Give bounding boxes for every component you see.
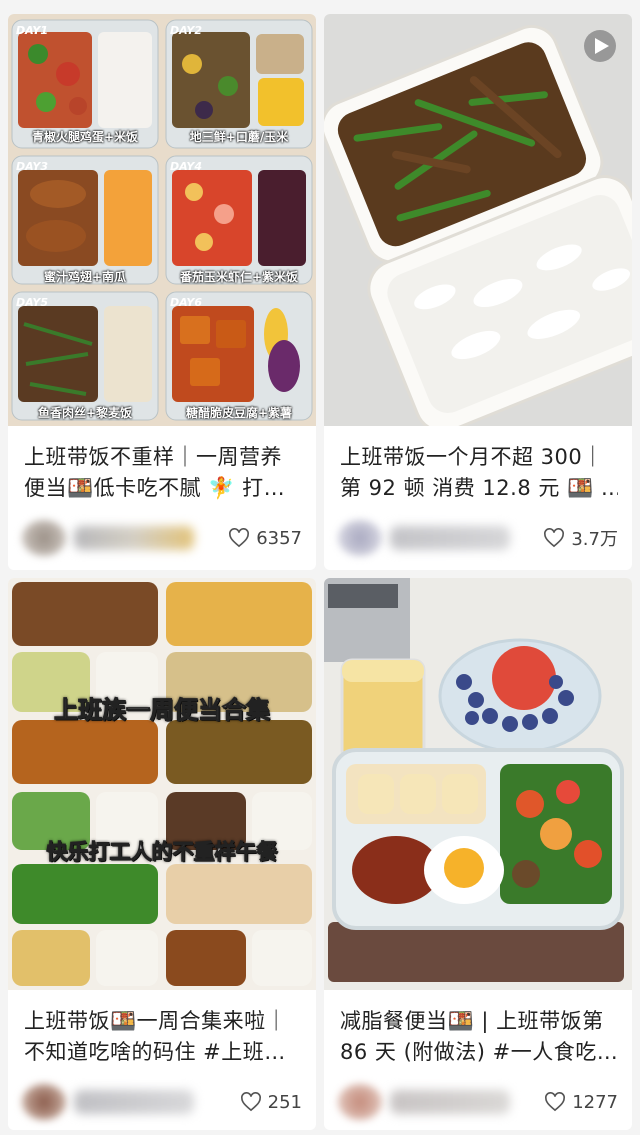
heart-outline-icon — [229, 528, 250, 548]
card-4-thumbnail[interactable] — [324, 578, 632, 990]
card-4-title-line-1: 减脂餐便当🍱 | 上班带饭第 — [340, 1009, 604, 1033]
like-count: 251 — [267, 1091, 302, 1113]
day-tag-5: DAY5 — [16, 296, 49, 309]
card-3-meta: 251 — [8, 1080, 316, 1124]
like-button[interactable]: 3.7万 — [543, 526, 618, 550]
day-caption-5: 鱼香肉丝+黎麦饭 — [37, 406, 133, 420]
avatar[interactable] — [22, 1084, 66, 1120]
day-tag-6: DAY6 — [170, 296, 203, 309]
overlay-heading: 上班族一周便当合集 — [54, 696, 271, 725]
avatar[interactable] — [338, 520, 382, 556]
heart-outline-icon — [545, 1092, 566, 1112]
day-caption-1: 青椒火腿鸡蛋+米饭 — [31, 130, 139, 144]
day-caption-3: 蜜汁鸡翅+南瓜 — [43, 270, 127, 284]
day-tag-4: DAY4 — [170, 160, 203, 173]
card-2-title-line-2: 第 92 顿 消费 12.8 元 🍱 … — [340, 476, 618, 500]
feed-card-1[interactable]: DAY1 DAY1 DAY2 DAY3 DAY4 DAY5 DAY6 青椒火腿鸡… — [8, 14, 316, 570]
feed-card-2[interactable]: 上班带饭一个月不超 300｜ 第 92 顿 消费 12.8 元 🍱 … 3.7万 — [324, 14, 632, 570]
avatar[interactable] — [338, 1084, 382, 1120]
card-2-meta: 3.7万 — [324, 516, 632, 560]
card-4-title-line-2: 86 天 (附做法) #一人食吃… — [340, 1040, 618, 1064]
card-3-title-line-1: 上班带饭🍱一周合集来啦｜ — [24, 1009, 288, 1033]
overlay-subheading: 快乐打工人的不重样午餐 — [46, 840, 278, 865]
card-1-thumbnail[interactable]: DAY1 DAY1 DAY2 DAY3 DAY4 DAY5 DAY6 青椒火腿鸡… — [8, 14, 316, 426]
card-2-thumbnail[interactable] — [324, 14, 632, 426]
author-name-blurred[interactable] — [390, 1090, 510, 1114]
day-caption-6: 糖醋脆皮豆腐+紫薯 — [185, 406, 293, 420]
card-4-meta: 1277 — [324, 1080, 632, 1124]
day-tag-3: DAY3 — [16, 160, 49, 173]
card-1-title[interactable]: 上班带饭不重样｜一周营养 便当🍱低卡吃不腻 🧚 打… — [24, 442, 302, 504]
card-3-title-line-2: 不知道吃啥的码住 #上班… — [24, 1040, 286, 1064]
heart-outline-icon — [544, 528, 565, 548]
day-tag-2: DAY2 — [170, 24, 203, 37]
card-1-title-line-2: 便当🍱低卡吃不腻 🧚 打… — [24, 476, 286, 500]
author-name-blurred[interactable] — [74, 1090, 194, 1114]
feed-card-4[interactable]: 减脂餐便当🍱 | 上班带饭第 86 天 (附做法) #一人食吃… 1277 — [324, 578, 632, 1130]
avatar[interactable] — [22, 520, 66, 556]
day-caption-4: 番茄玉米虾仁+紫米饭 — [179, 270, 299, 284]
like-count: 3.7万 — [571, 529, 618, 550]
feed-card-3[interactable]: 上班族一周便当合集 快乐打工人的不重样午餐 上班带饭🍱一周合集来啦｜ 不知道吃啥… — [8, 578, 316, 1130]
day-tag-1: DAY1 — [16, 24, 49, 37]
like-count: 6357 — [256, 527, 302, 549]
author-name-blurred[interactable] — [390, 526, 510, 550]
author-name-blurred[interactable] — [74, 526, 194, 550]
day-caption-2: 地三鲜+口蘑/玉米 — [189, 130, 289, 144]
like-count: 1277 — [572, 1091, 618, 1113]
like-button[interactable]: 251 — [240, 1090, 302, 1114]
like-button[interactable]: 6357 — [228, 526, 302, 550]
card-2-title[interactable]: 上班带饭一个月不超 300｜ 第 92 顿 消费 12.8 元 🍱 … — [340, 442, 618, 504]
card-4-title[interactable]: 减脂餐便当🍱 | 上班带饭第 86 天 (附做法) #一人食吃… — [340, 1006, 618, 1068]
card-1-meta: 6357 — [8, 516, 316, 560]
card-3-thumbnail[interactable]: 上班族一周便当合集 快乐打工人的不重样午餐 — [8, 578, 316, 990]
card-2-title-line-1: 上班带饭一个月不超 300｜ — [340, 445, 604, 469]
like-button[interactable]: 1277 — [544, 1090, 618, 1114]
card-3-title[interactable]: 上班带饭🍱一周合集来啦｜ 不知道吃啥的码住 #上班… — [24, 1006, 302, 1068]
heart-outline-icon — [240, 1092, 261, 1112]
card-1-title-line-1: 上班带饭不重样｜一周营养 — [24, 445, 282, 469]
